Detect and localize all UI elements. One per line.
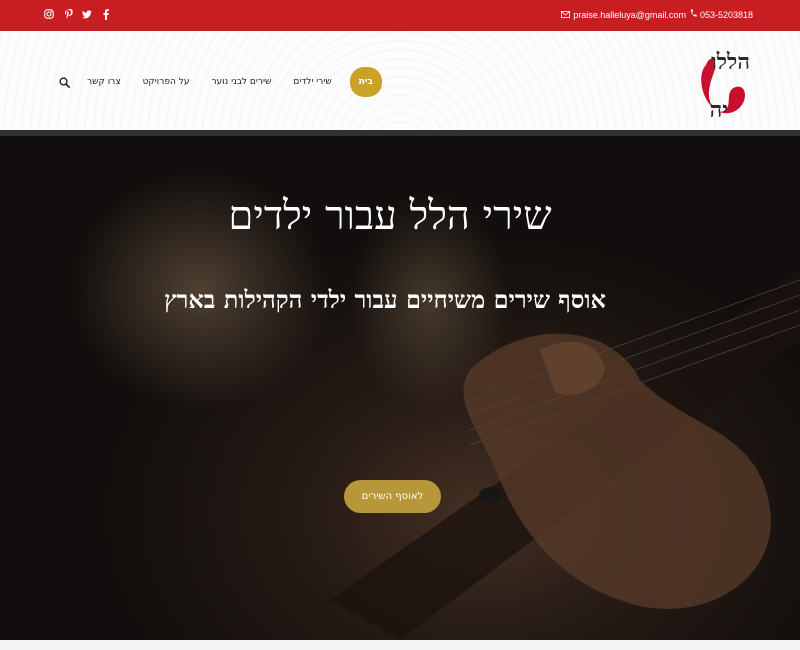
nav-item-kids-songs[interactable]: שירי ילדים (293, 77, 331, 87)
site-header: צרו קשר על הפרויקט שירים לבני נוער שירי … (0, 31, 800, 130)
envelope-icon (561, 10, 571, 20)
hero-subtitle: אוסף שירים משיחיים עבור ילדי הקהילות באר… (164, 285, 606, 314)
site-logo[interactable]: הללו יה (692, 39, 752, 123)
search-icon[interactable] (55, 73, 73, 91)
song-collection-button[interactable]: לאוסף השירים (344, 480, 441, 513)
logo-text-bottom: יה (710, 97, 728, 121)
phone-contact[interactable]: 053-5203818 (690, 9, 753, 20)
hero-title: שירי הלל עבור ילדים (228, 193, 552, 239)
nav-item-teen-songs[interactable]: שירים לבני נוער (211, 77, 271, 87)
contact-info: praise.halleluya@gmail.com 053-5203818 (561, 9, 753, 20)
logo-text-top: הללו (711, 49, 750, 75)
page-bottom-strip (0, 640, 800, 650)
pinterest-icon[interactable] (63, 8, 73, 20)
social-links (44, 8, 111, 20)
nav-item-about[interactable]: על הפרויקט (143, 77, 190, 87)
twitter-icon[interactable] (82, 8, 92, 20)
instagram-icon[interactable] (44, 8, 54, 20)
phone-icon (690, 9, 697, 20)
facebook-icon[interactable] (101, 8, 111, 20)
hero-banner: שירי הלל עבור ילדים אוסף שירים משיחיים ע… (0, 130, 800, 640)
email-contact[interactable]: praise.halleluya@gmail.com (561, 10, 686, 20)
top-bar: praise.halleluya@gmail.com 053-5203818 (0, 0, 800, 31)
main-nav: צרו קשר על הפרויקט שירים לבני נוער שירי … (55, 67, 382, 97)
nav-item-contact[interactable]: צרו קשר (87, 77, 121, 87)
email-text: praise.halleluya@gmail.com (573, 9, 686, 20)
nav-item-home[interactable]: בית (349, 67, 382, 97)
phone-text: 053-5203818 (699, 9, 753, 20)
